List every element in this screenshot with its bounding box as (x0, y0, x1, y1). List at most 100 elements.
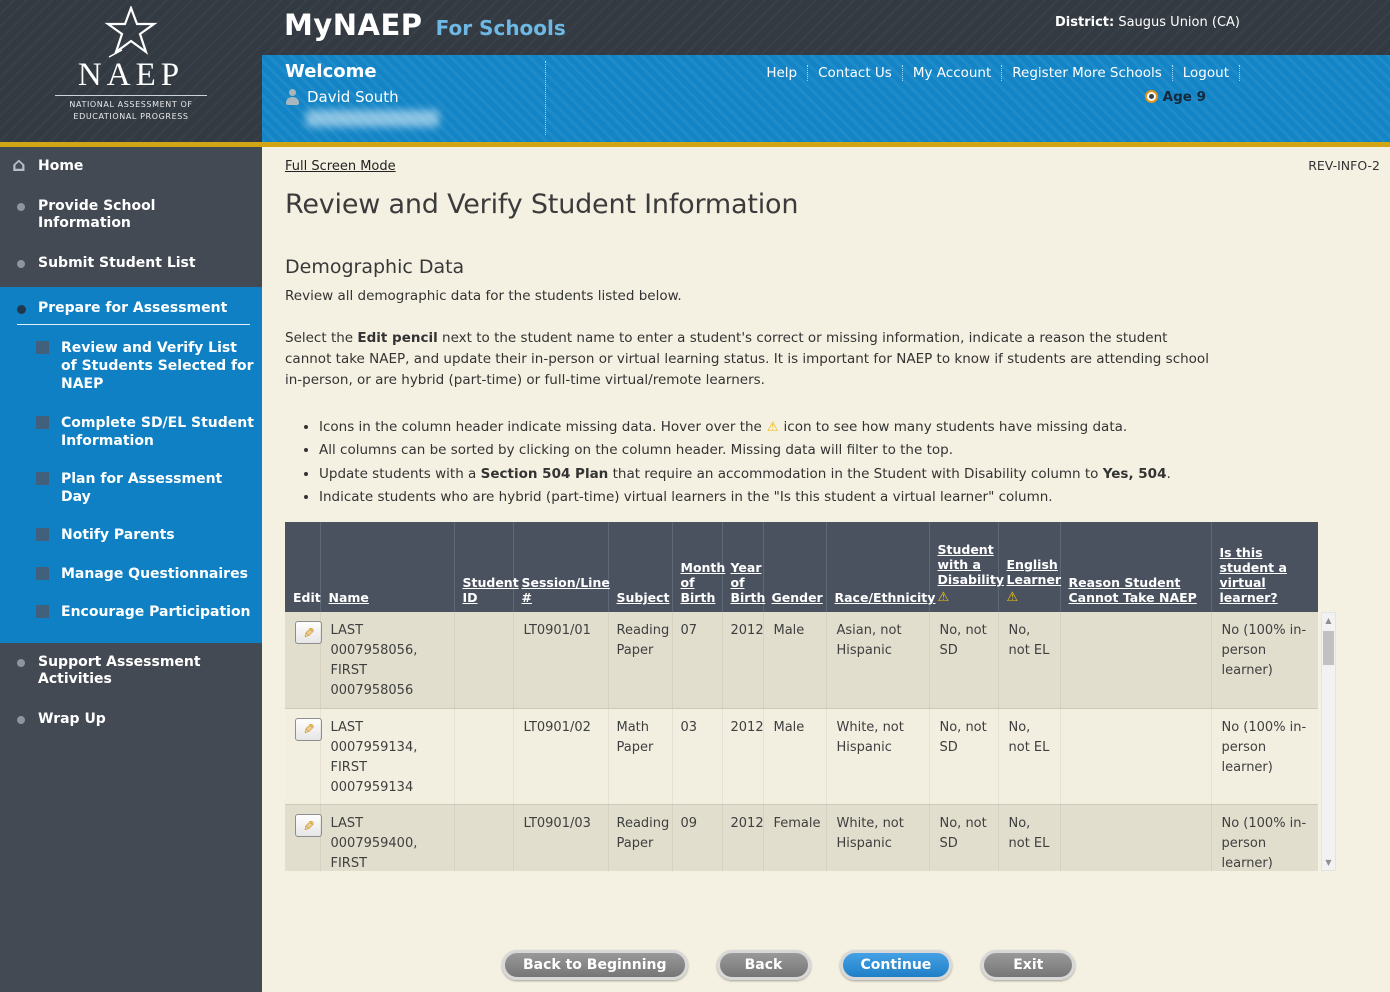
welcome-user: David South (285, 88, 399, 106)
column-header-edit: Edit (285, 522, 320, 612)
sort-race-link[interactable]: Race/Ethnicity (835, 590, 936, 605)
pencil-icon: ✎ (303, 722, 315, 736)
cell-gender: Female (763, 805, 826, 871)
sidebar-item-support-assessment-activities[interactable]: Support Assessment Activities (0, 643, 262, 700)
bullet-item: Icons in the column header indicate miss… (319, 417, 1224, 438)
cell-swd: No, not SD (929, 805, 998, 871)
continue-button[interactable]: Continue (840, 950, 953, 980)
sidebar-item-prepare-for-assessment[interactable]: Prepare for Assessment (0, 289, 262, 324)
instructions-paragraph: Select the Edit pencil next to the stude… (285, 328, 1210, 391)
sidebar-item-manage-questionnaires[interactable]: Manage Questionnaires (0, 555, 262, 593)
cell-subject: Reading Paper (608, 612, 672, 708)
cell-subject: Math Paper (608, 708, 672, 805)
naep-star-icon (0, 6, 262, 58)
district-value: Saugus Union (CA) (1118, 15, 1240, 30)
logo-divider (55, 95, 207, 96)
warning-icon: ⚠ (767, 420, 779, 435)
instructions-text: Select the (285, 330, 357, 346)
sort-year-link[interactable]: Year of Birth (731, 560, 766, 605)
square-bullet-icon (36, 341, 49, 354)
nav-register-more-schools-link[interactable]: Register More Schools (1002, 65, 1172, 81)
table-row: ✎ LAST 0007958056, FIRST 0007958056 LT09… (285, 612, 1318, 708)
sidebar-item-label: Prepare for Assessment (38, 300, 227, 316)
missing-data-warning-icon[interactable]: ⚠ (938, 590, 950, 605)
sidebar-item-home[interactable]: ⌂ Home (0, 147, 262, 187)
edit-student-button[interactable]: ✎ (295, 718, 322, 741)
cell-session: LT0901/03 (513, 805, 608, 871)
sidebar-item-label: Plan for Assessment Day (61, 471, 222, 505)
cell-subject: Reading Paper (608, 805, 672, 871)
cell-session: LT0901/02 (513, 708, 608, 805)
sort-subject-link[interactable]: Subject (617, 590, 670, 605)
instructions-bullet-list: Icons in the column header indicate miss… (304, 417, 1224, 507)
sidebar-item-notify-parents[interactable]: Notify Parents (0, 516, 262, 554)
nav-contact-us-link[interactable]: Contact Us (808, 65, 903, 81)
cell-gender: Male (763, 708, 826, 805)
cell-year-of-birth: 2012 (722, 708, 763, 805)
redacted-school-name (306, 110, 439, 127)
bullet-text: that require an accommodation in the Stu… (608, 466, 1102, 482)
sort-gender-link[interactable]: Gender (772, 590, 823, 605)
sort-name-link[interactable]: Name (329, 590, 369, 605)
age-selector[interactable]: Age 9 (1145, 89, 1206, 105)
edit-student-button[interactable]: ✎ (295, 814, 322, 837)
cell-student-id (454, 612, 513, 708)
bullet-item: Update students with a Section 504 Plan … (319, 464, 1224, 484)
sidebar-item-wrap-up[interactable]: Wrap Up (0, 700, 262, 740)
column-header-gender: Gender (763, 522, 826, 612)
sort-virtual-link[interactable]: Is this student a virtual learner? (1220, 545, 1287, 605)
scroll-up-button[interactable]: ▲ (1322, 613, 1335, 628)
nav-help-link[interactable]: Help (756, 65, 808, 81)
table-row: ✎ LAST 0007959134, FIRST 0007959134 LT09… (285, 708, 1318, 805)
cell-student-id (454, 708, 513, 805)
back-button[interactable]: Back (717, 950, 811, 980)
cell-virtual: No (100% in-person learner) (1211, 708, 1318, 805)
sort-student-id-link[interactable]: Student ID (463, 575, 519, 605)
section-title: Demographic Data (285, 256, 1390, 278)
back-to-beginning-button[interactable]: Back to Beginning (502, 950, 688, 980)
sidebar-item-label: Complete SD/EL Student Information (61, 415, 254, 449)
nav-my-account-link[interactable]: My Account (903, 65, 1002, 81)
column-header-session-line: Session/Line # (513, 522, 608, 612)
scrollbar-thumb[interactable] (1323, 631, 1334, 665)
sort-reason-link[interactable]: Reason Student Cannot Take NAEP (1069, 575, 1197, 605)
square-bullet-icon (36, 605, 49, 618)
sort-session-link[interactable]: Session/Line # (522, 575, 610, 605)
sidebar-item-review-and-verify-list[interactable]: Review and Verify List of Students Selec… (0, 329, 262, 404)
bullet-item: All columns can be sorted by clicking on… (319, 440, 1224, 460)
instructions-bold-text: Edit pencil (357, 330, 437, 346)
column-header-student-id: Student ID (454, 522, 513, 612)
sidebar-item-complete-sdel-student-information[interactable]: Complete SD/EL Student Information (0, 404, 262, 460)
sidebar-item-encourage-participation[interactable]: Encourage Participation (0, 593, 262, 631)
welcome-title: Welcome (285, 61, 377, 82)
cell-reason (1060, 708, 1211, 805)
nav-logout-link[interactable]: Logout (1173, 65, 1240, 81)
bullet-icon (17, 203, 25, 211)
sort-month-link[interactable]: Month of Birth (681, 560, 726, 605)
app-title: MyNAEP For Schools (284, 8, 566, 42)
sort-swd-link[interactable]: Student with a Disability (938, 542, 1004, 587)
column-header-year-of-birth: Year of Birth (722, 522, 763, 612)
column-header-virtual-learner: Is this student a virtual learner? (1211, 522, 1318, 612)
missing-data-warning-icon[interactable]: ⚠ (1007, 590, 1019, 605)
exit-button[interactable]: Exit (981, 950, 1075, 980)
welcome-band: Welcome David South HelpContact UsMy Acc… (262, 55, 1390, 142)
cell-virtual: No (100% in-person learner) (1211, 612, 1318, 708)
cell-virtual: No (100% in-person learner) (1211, 805, 1318, 871)
scroll-down-button[interactable]: ▼ (1322, 855, 1335, 870)
cell-race: White, not Hispanic (826, 805, 929, 871)
full-screen-mode-link[interactable]: Full Screen Mode (285, 159, 396, 174)
column-header-student-with-disability: Student with a Disability⚠ (929, 522, 998, 612)
cell-race: White, not Hispanic (826, 708, 929, 805)
sidebar-item-plan-for-assessment-day[interactable]: Plan for Assessment Day (0, 460, 262, 516)
sidebar-item-submit-student-list[interactable]: Submit Student List (0, 244, 262, 284)
table-scrollbar[interactable]: ▲ ▼ (1321, 612, 1336, 871)
cell-name: LAST 0007958056, FIRST 0007958056 (320, 612, 454, 708)
naep-logo-subtext: NATIONAL ASSESSMENT OF EDUCATIONAL PROGR… (51, 99, 211, 123)
column-header-month-of-birth: Month of Birth (672, 522, 722, 612)
sort-el-link[interactable]: English Learner (1007, 557, 1062, 587)
sidebar-item-provide-school-information[interactable]: Provide School Information (0, 187, 262, 244)
column-header-race-ethnicity: Race/Ethnicity (826, 522, 929, 612)
cell-swd: No, not SD (929, 612, 998, 708)
edit-student-button[interactable]: ✎ (295, 621, 322, 644)
